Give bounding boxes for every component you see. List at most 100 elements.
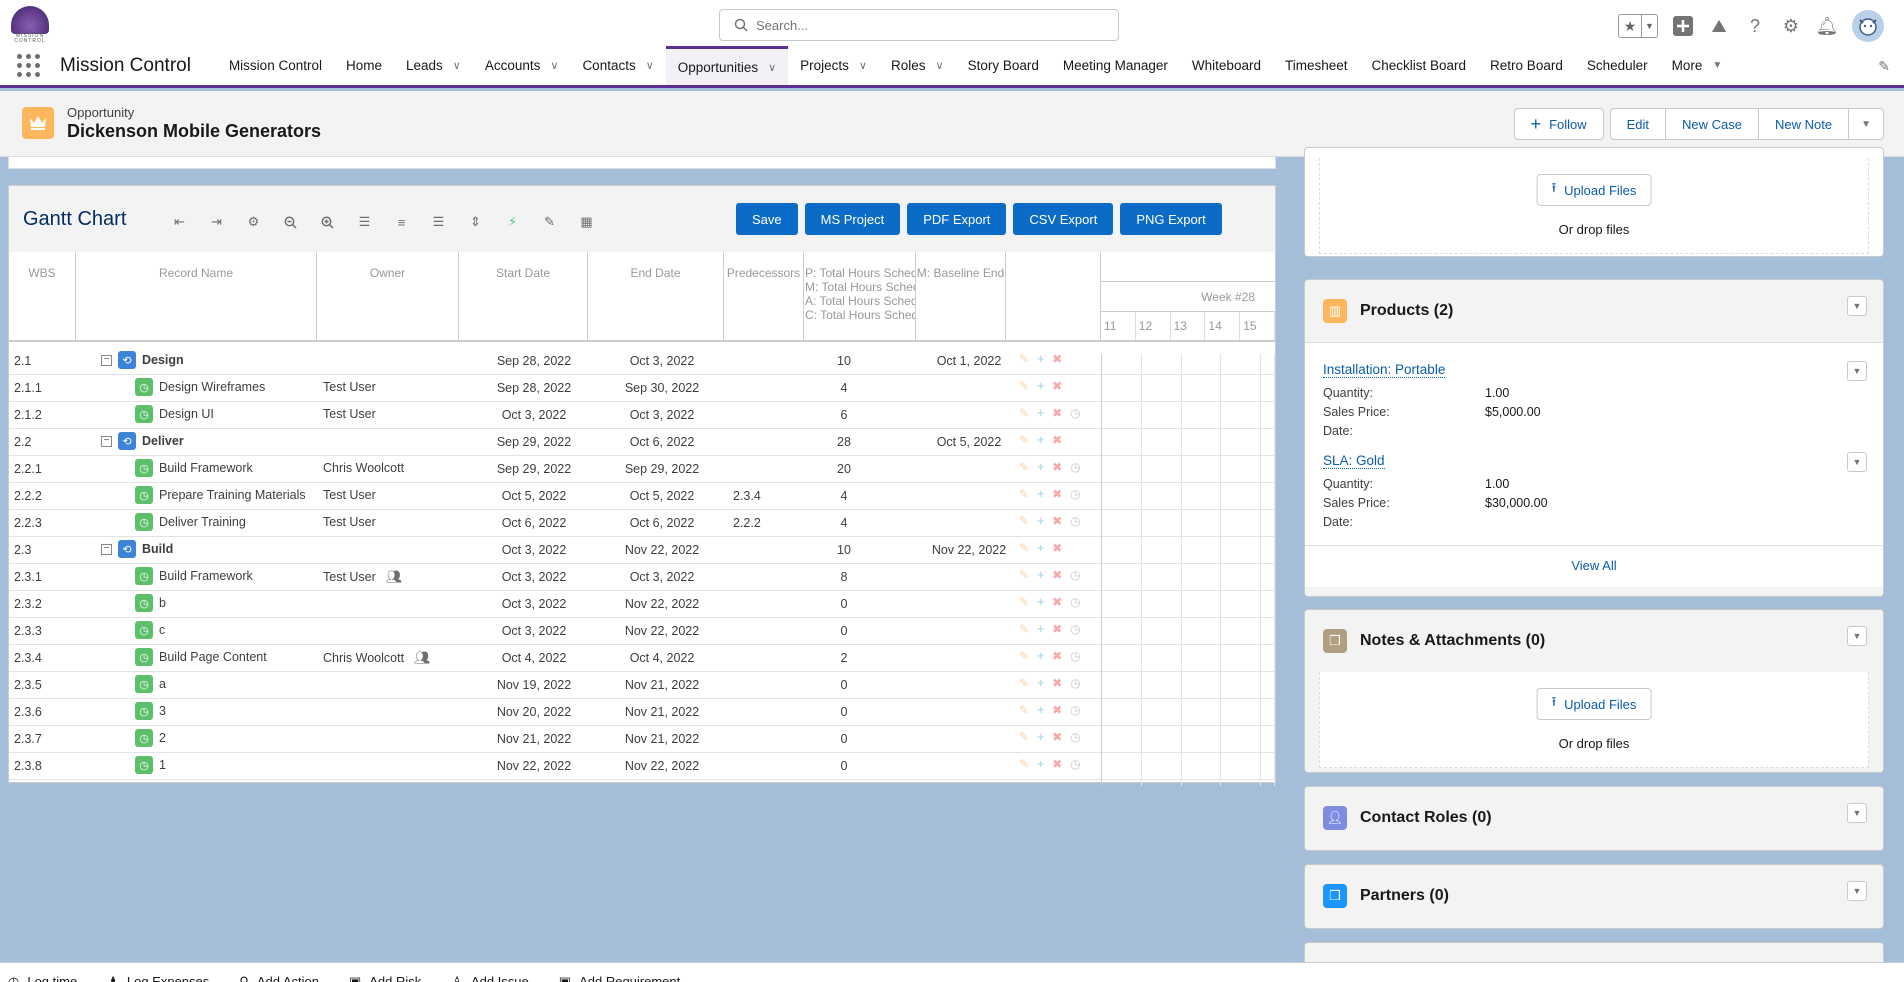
clock-icon[interactable]: ◷ bbox=[1070, 487, 1080, 501]
gantt-row[interactable]: 2.3 − ⟲ Build Oct 3, 2022 Nov 22, 2022 10 … bbox=[9, 537, 1275, 570]
notifications-bell-icon[interactable]: 🔔︎ bbox=[1816, 15, 1839, 37]
partners-dropdown-icon[interactable]: ▼ bbox=[1847, 881, 1867, 901]
edit-pencil-icon[interactable]: ✎ bbox=[1019, 514, 1029, 528]
column-header-end-date[interactable]: End Date bbox=[588, 252, 724, 340]
gantt-row[interactable]: 2.1.2 ◷ Design UI Test User Oct 3, 2022 O… bbox=[9, 402, 1275, 435]
record-name-cell[interactable]: − ⟲ Build bbox=[101, 540, 173, 558]
edit-button[interactable]: Edit bbox=[1611, 109, 1667, 139]
list-icon[interactable]: ≡ bbox=[383, 212, 420, 232]
favorites-dropdown-icon[interactable]: ▼ bbox=[1641, 15, 1657, 37]
global-add-icon[interactable] bbox=[1672, 15, 1694, 37]
calendar-icon[interactable]: ▦ bbox=[568, 212, 605, 232]
nav-item-scheduler[interactable]: Scheduler bbox=[1575, 46, 1660, 85]
edit-pencil-icon[interactable]: ✎ bbox=[1019, 730, 1029, 744]
delete-x-icon[interactable]: ✖ bbox=[1052, 757, 1062, 771]
delete-x-icon[interactable]: ✖ bbox=[1052, 514, 1062, 528]
follow-button[interactable]: + Follow bbox=[1513, 108, 1604, 140]
collapse-list-icon[interactable]: ☰ bbox=[346, 212, 383, 232]
files-dropzone[interactable]: ⭱ Upload Files Or drop files bbox=[1319, 158, 1869, 254]
edit-pencil-icon[interactable]: ✎ bbox=[1019, 703, 1029, 717]
ms-project-button[interactable]: MS Project bbox=[804, 203, 901, 235]
nav-item-meeting-manager[interactable]: Meeting Manager bbox=[1051, 46, 1180, 85]
delete-x-icon[interactable]: ✖ bbox=[1052, 352, 1062, 366]
column-header-record-name[interactable]: Record Name bbox=[76, 252, 317, 340]
nav-item-mission-control[interactable]: Mission Control bbox=[217, 46, 334, 85]
record-name-cell[interactable]: ◷ c bbox=[135, 621, 165, 639]
delete-x-icon[interactable]: ✖ bbox=[1052, 541, 1062, 555]
record-name-cell[interactable]: ◷ 1 bbox=[135, 756, 166, 774]
add-plus-icon[interactable]: + bbox=[1037, 379, 1044, 393]
add-plus-icon[interactable]: + bbox=[1037, 433, 1044, 447]
clock-icon[interactable]: ◷ bbox=[1070, 595, 1080, 609]
edit-pencil-icon[interactable]: ✎ bbox=[1019, 433, 1029, 447]
partners-title[interactable]: Partners (0) bbox=[1360, 887, 1449, 905]
record-name-cell[interactable]: ◷ 2 bbox=[135, 729, 166, 747]
nav-item-leads[interactable]: Leads ∨ bbox=[394, 46, 473, 85]
nav-item-whiteboard[interactable]: Whiteboard bbox=[1180, 46, 1273, 85]
gantt-row[interactable]: 2.2.1 ◷ Build Framework Chris Woolcott Se… bbox=[9, 456, 1275, 489]
add-plus-icon[interactable]: + bbox=[1037, 541, 1044, 555]
chevron-down-icon[interactable]: ∨ bbox=[859, 59, 867, 72]
record-name-cell[interactable]: − ⟲ Design bbox=[101, 351, 184, 369]
gantt-row[interactable]: 2.2 − ⟲ Deliver Sep 29, 2022 Oct 6, 2022 2… bbox=[9, 429, 1275, 462]
products-dropdown-icon[interactable]: ▼ bbox=[1847, 296, 1867, 316]
delete-x-icon[interactable]: ✖ bbox=[1052, 487, 1062, 501]
record-name-cell[interactable]: ◷ Deliver Training bbox=[135, 513, 246, 531]
chevron-down-icon[interactable]: ∨ bbox=[936, 59, 944, 72]
clock-icon[interactable]: ◷ bbox=[1070, 568, 1080, 582]
gantt-row[interactable]: 2.2.3 ◷ Deliver Training Test User Oct 6,… bbox=[9, 510, 1275, 543]
view-all-products-link[interactable]: View All bbox=[1305, 545, 1883, 587]
nav-item-projects[interactable]: Projects ∨ bbox=[788, 46, 879, 85]
chevron-down-icon[interactable]: ∨ bbox=[646, 59, 654, 72]
record-name-cell[interactable]: ◷ Design Wireframes bbox=[135, 378, 265, 396]
column-header-predecessors[interactable]: Predecessors bbox=[724, 252, 804, 340]
nav-item-checklist-board[interactable]: Checklist Board bbox=[1360, 46, 1479, 85]
utility-add-requirement[interactable]: ▣ Add Requirement bbox=[559, 963, 680, 982]
edit-pencil-icon[interactable]: ✎ bbox=[1019, 487, 1029, 501]
app-logo[interactable]: MISSION CONTROL bbox=[10, 6, 50, 44]
column-header-baseline-end[interactable]: M: Baseline End bbox=[916, 252, 1006, 340]
edit-pencil-icon[interactable]: ✎ bbox=[1019, 568, 1029, 582]
nav-item-home[interactable]: Home bbox=[334, 46, 394, 85]
add-plus-icon[interactable]: + bbox=[1037, 568, 1044, 582]
gantt-row[interactable]: 2.3.1 ◷ Build Framework Test User 👥︎ Oct 3… bbox=[9, 564, 1275, 597]
gantt-row[interactable]: 2.1 − ⟲ Design Sep 28, 2022 Oct 3, 2022 10… bbox=[9, 348, 1275, 381]
gantt-row[interactable]: 2.3.7 ◷ 2 Nov 21, 2022 Nov 21, 2022 0 ✎ +… bbox=[9, 726, 1275, 759]
nav-item-accounts[interactable]: Accounts ∨ bbox=[473, 46, 571, 85]
record-name-cell[interactable]: ◷ a bbox=[135, 675, 166, 693]
trailhead-icon[interactable]: ⛰ bbox=[1708, 15, 1730, 37]
collapse-toggle-icon[interactable]: − bbox=[101, 435, 112, 447]
edit-pencil-icon[interactable]: ✎ bbox=[1019, 541, 1029, 555]
edit-pencil-icon[interactable]: ✎ bbox=[1019, 676, 1029, 690]
expand-vertical-icon[interactable]: ⇕ bbox=[457, 212, 494, 232]
new-case-button[interactable]: New Case bbox=[1666, 109, 1760, 139]
delete-x-icon[interactable]: ✖ bbox=[1052, 649, 1062, 663]
add-plus-icon[interactable]: + bbox=[1037, 622, 1044, 636]
upload-files-button[interactable]: ⭱ Upload Files bbox=[1536, 174, 1652, 206]
utility-log-expenses[interactable]: ♟ Log Expenses bbox=[107, 963, 209, 982]
chevron-down-icon[interactable]: ∨ bbox=[550, 59, 558, 72]
pdf-export-button[interactable]: PDF Export bbox=[907, 203, 1007, 235]
clock-icon[interactable]: ◷ bbox=[1070, 676, 1080, 690]
lightning-icon[interactable]: ⚡︎ bbox=[494, 212, 531, 232]
edit-pencil-icon[interactable]: ✎ bbox=[1019, 622, 1029, 636]
nav-item-contacts[interactable]: Contacts ∨ bbox=[570, 46, 665, 85]
utility-add-action[interactable]: ⚲ Add Action bbox=[239, 963, 319, 982]
add-plus-icon[interactable]: + bbox=[1037, 595, 1044, 609]
delete-x-icon[interactable]: ✖ bbox=[1052, 703, 1062, 717]
notes-dropzone[interactable]: ⭱ Upload Files Or drop files bbox=[1319, 672, 1869, 768]
edit-pencil-icon[interactable]: ✎ bbox=[1019, 379, 1029, 393]
delete-x-icon[interactable]: ✖ bbox=[1052, 460, 1062, 474]
setup-gear-icon[interactable]: ⚙ bbox=[1780, 15, 1802, 37]
zoom-out-icon[interactable] bbox=[272, 212, 309, 232]
delete-x-icon[interactable]: ✖ bbox=[1052, 730, 1062, 744]
clock-icon[interactable]: ◷ bbox=[1070, 622, 1080, 636]
help-icon[interactable]: ? bbox=[1744, 15, 1766, 37]
nav-item-timesheet[interactable]: Timesheet bbox=[1273, 46, 1360, 85]
delete-x-icon[interactable]: ✖ bbox=[1052, 406, 1062, 420]
clock-icon[interactable]: ◷ bbox=[1070, 406, 1080, 420]
assign-users-icon[interactable]: 👥︎ bbox=[386, 569, 403, 585]
user-avatar[interactable] bbox=[1852, 10, 1884, 42]
indent-right-icon[interactable]: ⇥ bbox=[198, 212, 235, 232]
clock-icon[interactable]: ◷ bbox=[1070, 703, 1080, 717]
